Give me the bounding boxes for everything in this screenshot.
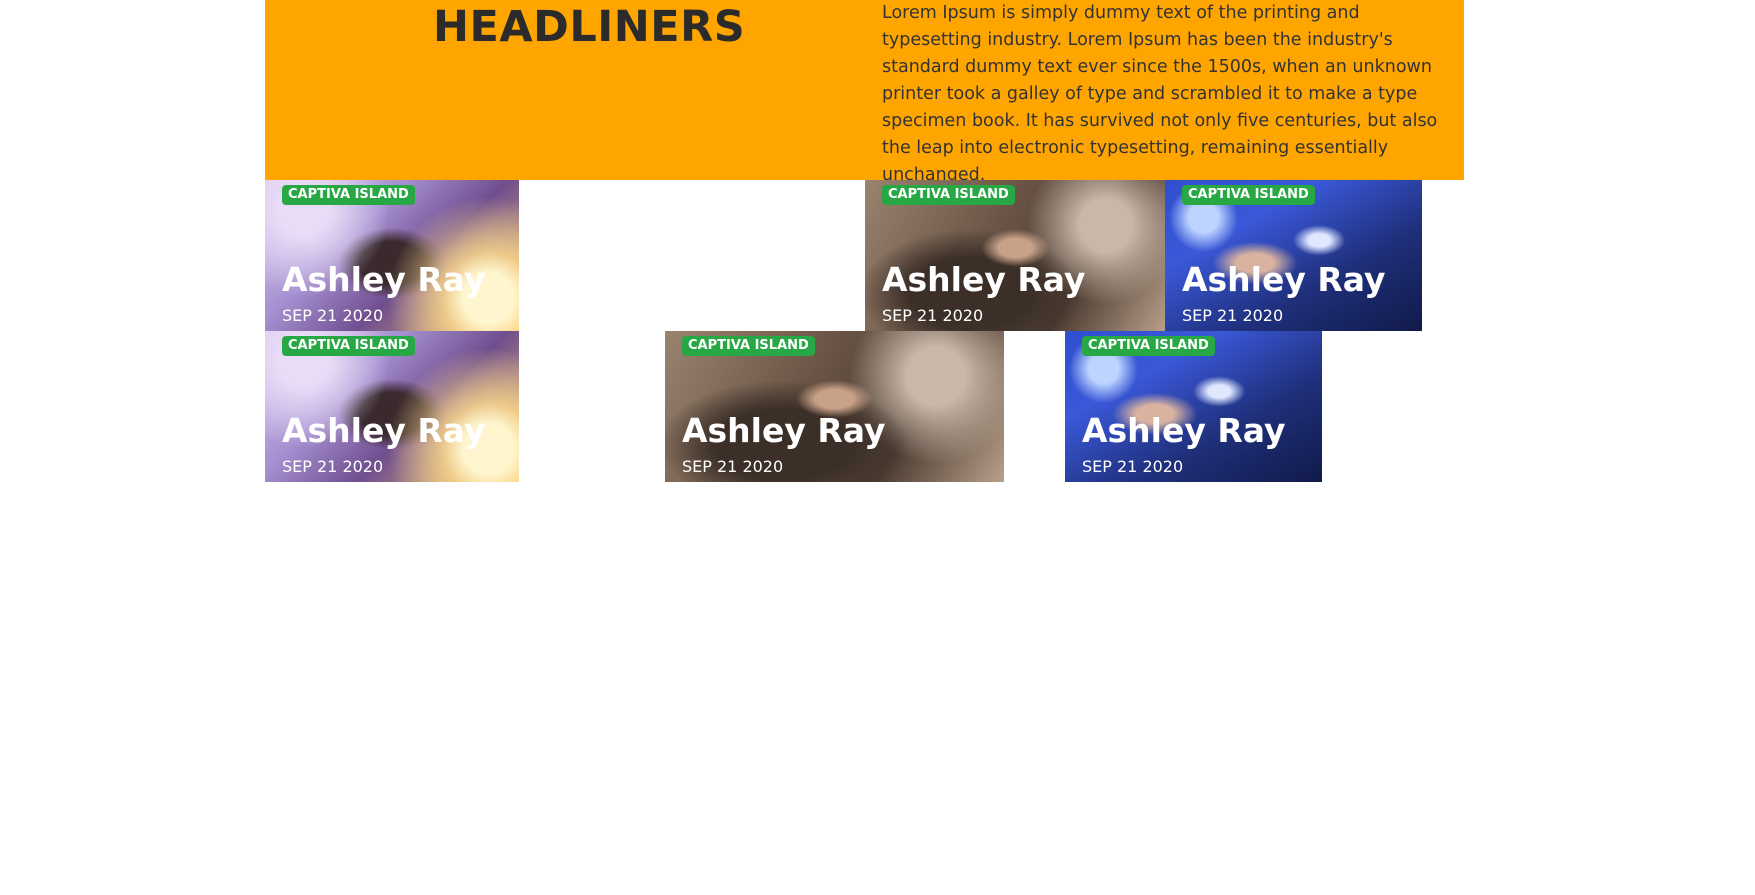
performer-name: Ashley Ray — [882, 260, 1086, 299]
performer-name: Ashley Ray — [1182, 260, 1386, 299]
event-date: SEP 21 2020 — [882, 306, 984, 325]
event-date: SEP 21 2020 — [1082, 457, 1184, 476]
location-badge: CAPTIVA ISLAND — [282, 185, 415, 205]
event-card[interactable]: CAPTIVA ISLAND Ashley Ray SEP 21 2020 — [1065, 331, 1322, 482]
event-card[interactable]: CAPTIVA ISLAND Ashley Ray SEP 21 2020 — [865, 180, 1166, 331]
event-card[interactable]: CAPTIVA ISLAND Ashley Ray SEP 21 2020 — [1165, 180, 1422, 331]
performer-name: Ashley Ray — [282, 411, 486, 450]
location-badge: CAPTIVA ISLAND — [682, 336, 815, 356]
section-description: Lorem Ipsum is simply dummy text of the … — [882, 3, 1438, 185]
headliners-banner: HEADLINERS Lorem Ipsum is simply dummy t… — [265, 0, 1464, 185]
event-card[interactable]: CAPTIVA ISLAND Ashley Ray SEP 21 2020 — [265, 180, 519, 331]
location-badge: CAPTIVA ISLAND — [1182, 185, 1315, 205]
event-date: SEP 21 2020 — [682, 457, 784, 476]
event-date: SEP 21 2020 — [1182, 306, 1284, 325]
section-title: HEADLINERS — [433, 2, 746, 52]
location-badge: CAPTIVA ISLAND — [1082, 336, 1215, 356]
event-card[interactable]: CAPTIVA ISLAND Ashley Ray SEP 21 2020 — [665, 331, 1004, 482]
performer-name: Ashley Ray — [282, 260, 486, 299]
event-date: SEP 21 2020 — [282, 457, 384, 476]
event-card[interactable]: CAPTIVA ISLAND Ashley Ray SEP 21 2020 — [265, 331, 519, 482]
performer-name: Ashley Ray — [682, 411, 886, 450]
event-date: SEP 21 2020 — [282, 306, 384, 325]
location-badge: CAPTIVA ISLAND — [282, 336, 415, 356]
page-container: HEADLINERS Lorem Ipsum is simply dummy t… — [265, 0, 1464, 895]
performer-name: Ashley Ray — [1082, 411, 1286, 450]
location-badge: CAPTIVA ISLAND — [882, 185, 1015, 205]
